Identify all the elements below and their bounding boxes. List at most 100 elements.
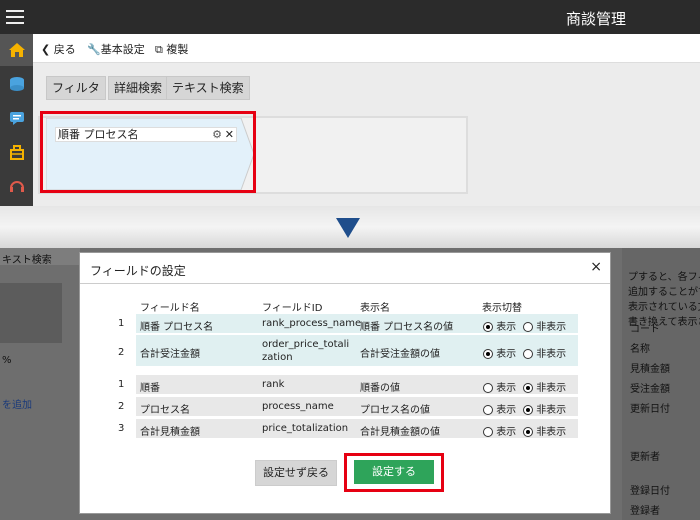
radio-hide[interactable]: 非表示 <box>523 401 566 416</box>
table-row[interactable]: 順番 プロセス名 rank_process_name 順番 プロセス名の値 表示… <box>136 314 578 333</box>
radio-selected-icon <box>523 427 533 437</box>
radio-label: 表示 <box>496 383 517 394</box>
display-name: 順番の値 <box>360 383 400 394</box>
radio-show[interactable]: 表示 <box>483 401 516 416</box>
header-toggle: 表示切替 <box>482 303 522 314</box>
app-title: 商談管理 <box>565 10 626 28</box>
field-id: order_price_totalization <box>262 339 350 363</box>
bg-field-label: 登録者 <box>630 506 660 517</box>
highlight-frame <box>40 111 256 193</box>
radio-selected-icon <box>483 349 493 359</box>
bg-pct: % <box>2 355 12 366</box>
menu-icon[interactable] <box>6 6 24 28</box>
step-separator <box>0 206 700 248</box>
dialog-header: フィールドの設定 × <box>80 253 610 284</box>
copy-icon: ⧉ <box>155 43 163 56</box>
radio-show[interactable]: 表示 <box>483 423 516 438</box>
toolbar: ❮ 戻る 🔧基本設定 ⧉ 複製 <box>33 34 700 63</box>
headset-icon[interactable] <box>0 170 33 202</box>
radio-show[interactable]: 表示 <box>483 318 516 333</box>
field-name: プロセス名 <box>140 405 190 416</box>
radio-label: 非表示 <box>536 405 567 416</box>
header-field-id: フィールドID <box>262 303 323 314</box>
bg-help-text: プすると、各フィ <box>628 272 700 283</box>
row-number: 3 <box>118 423 125 434</box>
field-name: 合計受注金額 <box>140 349 200 360</box>
left-rail <box>0 34 33 210</box>
display-name: 順番 プロセス名の値 <box>360 322 454 333</box>
close-icon[interactable]: × <box>590 259 602 275</box>
bg-help-text: 表示されている文 <box>628 302 700 313</box>
tab-advanced-search[interactable]: 詳細検索 <box>108 76 169 100</box>
field-id: rank <box>262 379 285 390</box>
radio-label: 表示 <box>496 427 517 438</box>
database-icon[interactable] <box>0 68 33 100</box>
radio-hide[interactable]: 非表示 <box>523 345 566 360</box>
radio-hide[interactable]: 非表示 <box>523 379 566 394</box>
basic-settings-button[interactable]: 🔧基本設定 <box>87 41 145 57</box>
radio-empty-icon <box>483 405 493 415</box>
radio-label: 非表示 <box>536 322 567 333</box>
radio-selected-icon <box>523 405 533 415</box>
display-name: プロセス名の値 <box>360 405 430 416</box>
copy-button[interactable]: ⧉ 複製 <box>155 41 188 57</box>
cancel-button[interactable]: 設定せず戻る <box>255 460 337 486</box>
arrow-down-icon <box>336 218 360 238</box>
field-settings-dialog: フィールドの設定 × フィールド名 フィールドID 表示名 表示切替 1 順番 … <box>79 252 611 514</box>
basket-icon[interactable] <box>0 136 33 168</box>
radio-label: 非表示 <box>536 427 567 438</box>
wrench-icon: 🔧 <box>87 43 101 56</box>
radio-empty-icon <box>483 427 493 437</box>
row-number: 1 <box>118 318 125 329</box>
bg-add-link: を追加 <box>2 400 32 411</box>
bg-field-panel <box>0 283 62 343</box>
back-label: 戻る <box>53 43 76 56</box>
bg-tab-text: キスト検索 <box>2 255 52 266</box>
radio-label: 非表示 <box>536 349 567 360</box>
top-bar: 商談管理 <box>0 0 700 34</box>
radio-empty-icon <box>483 383 493 393</box>
field-id: price_totalization <box>262 423 349 434</box>
radio-show[interactable]: 表示 <box>483 379 516 394</box>
basic-settings-label: 基本設定 <box>100 43 145 56</box>
chevron-left-icon: ❮ <box>41 43 51 56</box>
highlight-frame <box>344 453 444 492</box>
radio-hide[interactable]: 非表示 <box>523 318 566 333</box>
table-row[interactable]: 順番 rank 順番の値 表示 非表示 <box>136 375 578 394</box>
radio-hide[interactable]: 非表示 <box>523 423 566 438</box>
field-name: 順番 <box>140 383 160 394</box>
radio-label: 非表示 <box>536 383 567 394</box>
row-number: 2 <box>118 347 125 358</box>
row-number: 1 <box>118 379 125 390</box>
table-row[interactable]: プロセス名 process_name プロセス名の値 表示 非表示 <box>136 397 578 416</box>
radio-selected-icon <box>523 383 533 393</box>
bg-field-label: 登録日付 <box>630 486 670 497</box>
radio-label: 表示 <box>496 322 517 333</box>
back-button[interactable]: ❮ 戻る <box>41 41 76 57</box>
bg-field-label: 見積金額 <box>630 364 670 375</box>
chat-icon[interactable] <box>0 102 33 134</box>
bg-help-text: 追加することがで <box>628 287 700 298</box>
bg-field-label: コード <box>630 324 660 335</box>
radio-show[interactable]: 表示 <box>483 345 516 360</box>
radio-empty-icon <box>523 322 533 332</box>
radio-label: 表示 <box>496 405 517 416</box>
display-name: 合計見積金額の値 <box>360 427 440 438</box>
row-number: 2 <box>118 401 125 412</box>
copy-label: 複製 <box>166 43 189 56</box>
field-id: process_name <box>262 401 334 412</box>
field-name: 順番 プロセス名 <box>140 322 214 333</box>
field-id: rank_process_name <box>262 318 362 329</box>
header-display-name: 表示名 <box>360 303 390 314</box>
dialog-title: フィールドの設定 <box>90 264 186 278</box>
tab-filter[interactable]: フィルタ <box>46 76 106 100</box>
home-icon[interactable] <box>0 34 33 66</box>
radio-selected-icon <box>483 322 493 332</box>
display-name: 合計受注金額の値 <box>360 349 440 360</box>
header-field-name: フィールド名 <box>140 303 200 314</box>
table-row[interactable]: 合計見積金額 price_totalization 合計見積金額の値 表示 非表… <box>136 419 578 438</box>
radio-label: 表示 <box>496 349 517 360</box>
tab-text-search[interactable]: テキスト検索 <box>166 76 250 100</box>
bg-field-label: 更新日付 <box>630 404 670 415</box>
table-row[interactable]: 合計受注金額 order_price_totalization 合計受注金額の値… <box>136 335 578 366</box>
